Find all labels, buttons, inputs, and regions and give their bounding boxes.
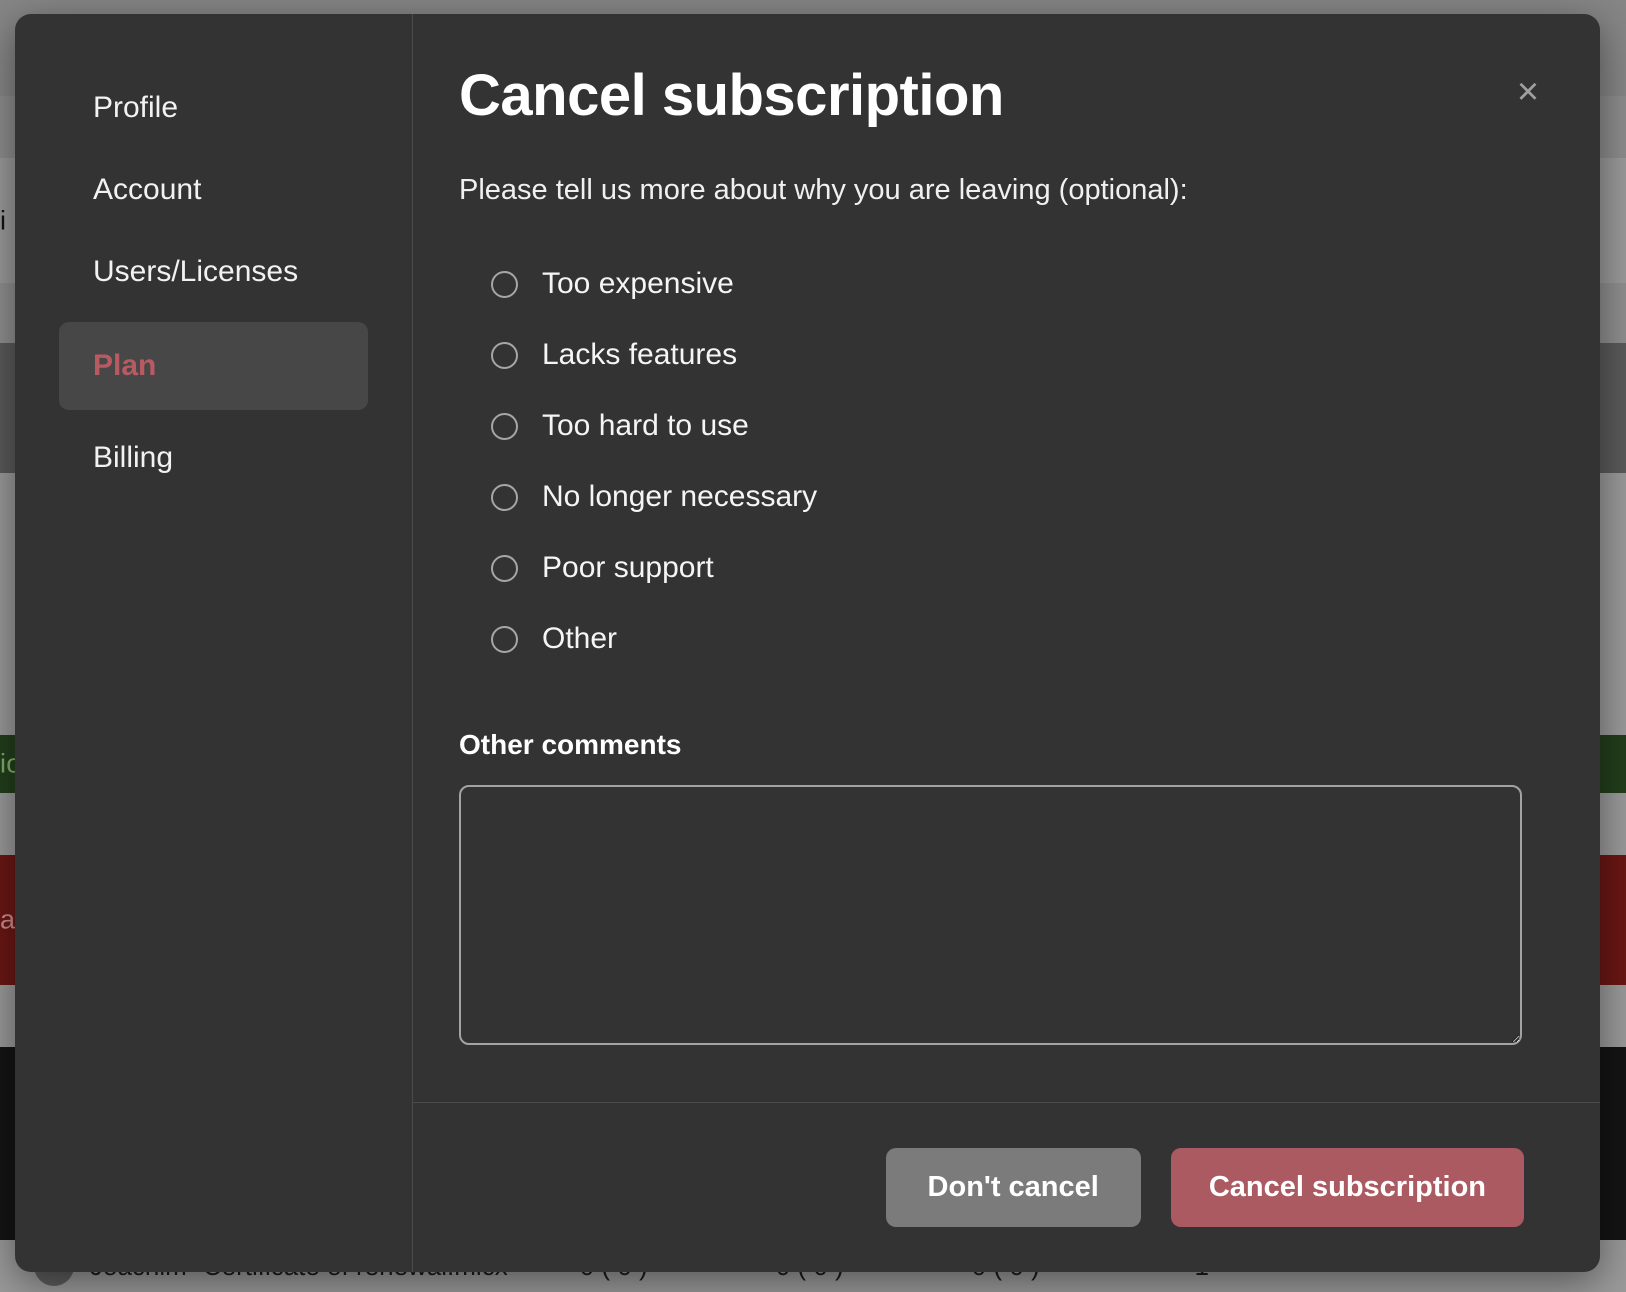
cancel-subscription-button[interactable]: Cancel subscription xyxy=(1170,1148,1524,1227)
settings-sidebar: Profile Account Users/Licenses Plan Billing xyxy=(15,14,413,1272)
background-strip-text: a xyxy=(0,904,16,935)
reason-label: No longer necessary xyxy=(542,480,818,514)
reason-option-other[interactable]: Other xyxy=(491,604,1520,675)
sidebar-item-profile[interactable]: Profile xyxy=(59,76,368,140)
reason-option-lacks-features[interactable]: Lacks features xyxy=(491,320,1520,391)
reason-label: Other xyxy=(542,622,618,656)
reason-option-no-longer-necessary[interactable]: No longer necessary xyxy=(491,462,1520,533)
sidebar-item-account[interactable]: Account xyxy=(59,158,368,222)
radio-icon[interactable] xyxy=(491,270,518,298)
other-comments-label: Other comments xyxy=(459,728,682,760)
close-icon[interactable]: × xyxy=(1506,70,1550,114)
radio-icon[interactable] xyxy=(491,554,518,582)
radio-icon[interactable] xyxy=(491,412,518,440)
reason-label: Lacks features xyxy=(542,338,738,372)
radio-icon[interactable] xyxy=(491,625,518,653)
radio-icon[interactable] xyxy=(491,341,518,369)
modal-footer: Don't cancel Cancel subscription xyxy=(413,1102,1600,1272)
sidebar-item-users-licenses[interactable]: Users/Licenses xyxy=(59,240,368,304)
reason-option-too-hard-to-use[interactable]: Too hard to use xyxy=(491,391,1520,462)
reason-prompt: Please tell us more about why you are le… xyxy=(459,173,1188,206)
modal-content: Cancel subscription Please tell us more … xyxy=(413,14,1600,1102)
page-title: Cancel subscription xyxy=(459,63,1004,128)
reason-option-too-expensive[interactable]: Too expensive xyxy=(491,249,1520,320)
reason-label: Too hard to use xyxy=(542,409,749,443)
background-strip-text: i xyxy=(0,205,7,235)
other-comments-input[interactable] xyxy=(459,784,1522,1045)
modal-body: × Cancel subscription Please tell us mor… xyxy=(413,14,1600,1272)
dont-cancel-button[interactable]: Don't cancel xyxy=(885,1148,1141,1227)
radio-icon[interactable] xyxy=(491,483,518,511)
reason-label: Poor support xyxy=(542,551,714,585)
sidebar-item-plan[interactable]: Plan xyxy=(59,322,368,410)
cancellation-reason-list: Too expensive Lacks features Too hard to u… xyxy=(491,249,1520,675)
reason-option-poor-support[interactable]: Poor support xyxy=(491,533,1520,604)
cancel-subscription-modal: Profile Account Users/Licenses Plan Billing … xyxy=(15,14,1600,1272)
reason-label: Too expensive xyxy=(542,267,734,301)
sidebar-item-billing[interactable]: Billing xyxy=(59,426,368,490)
